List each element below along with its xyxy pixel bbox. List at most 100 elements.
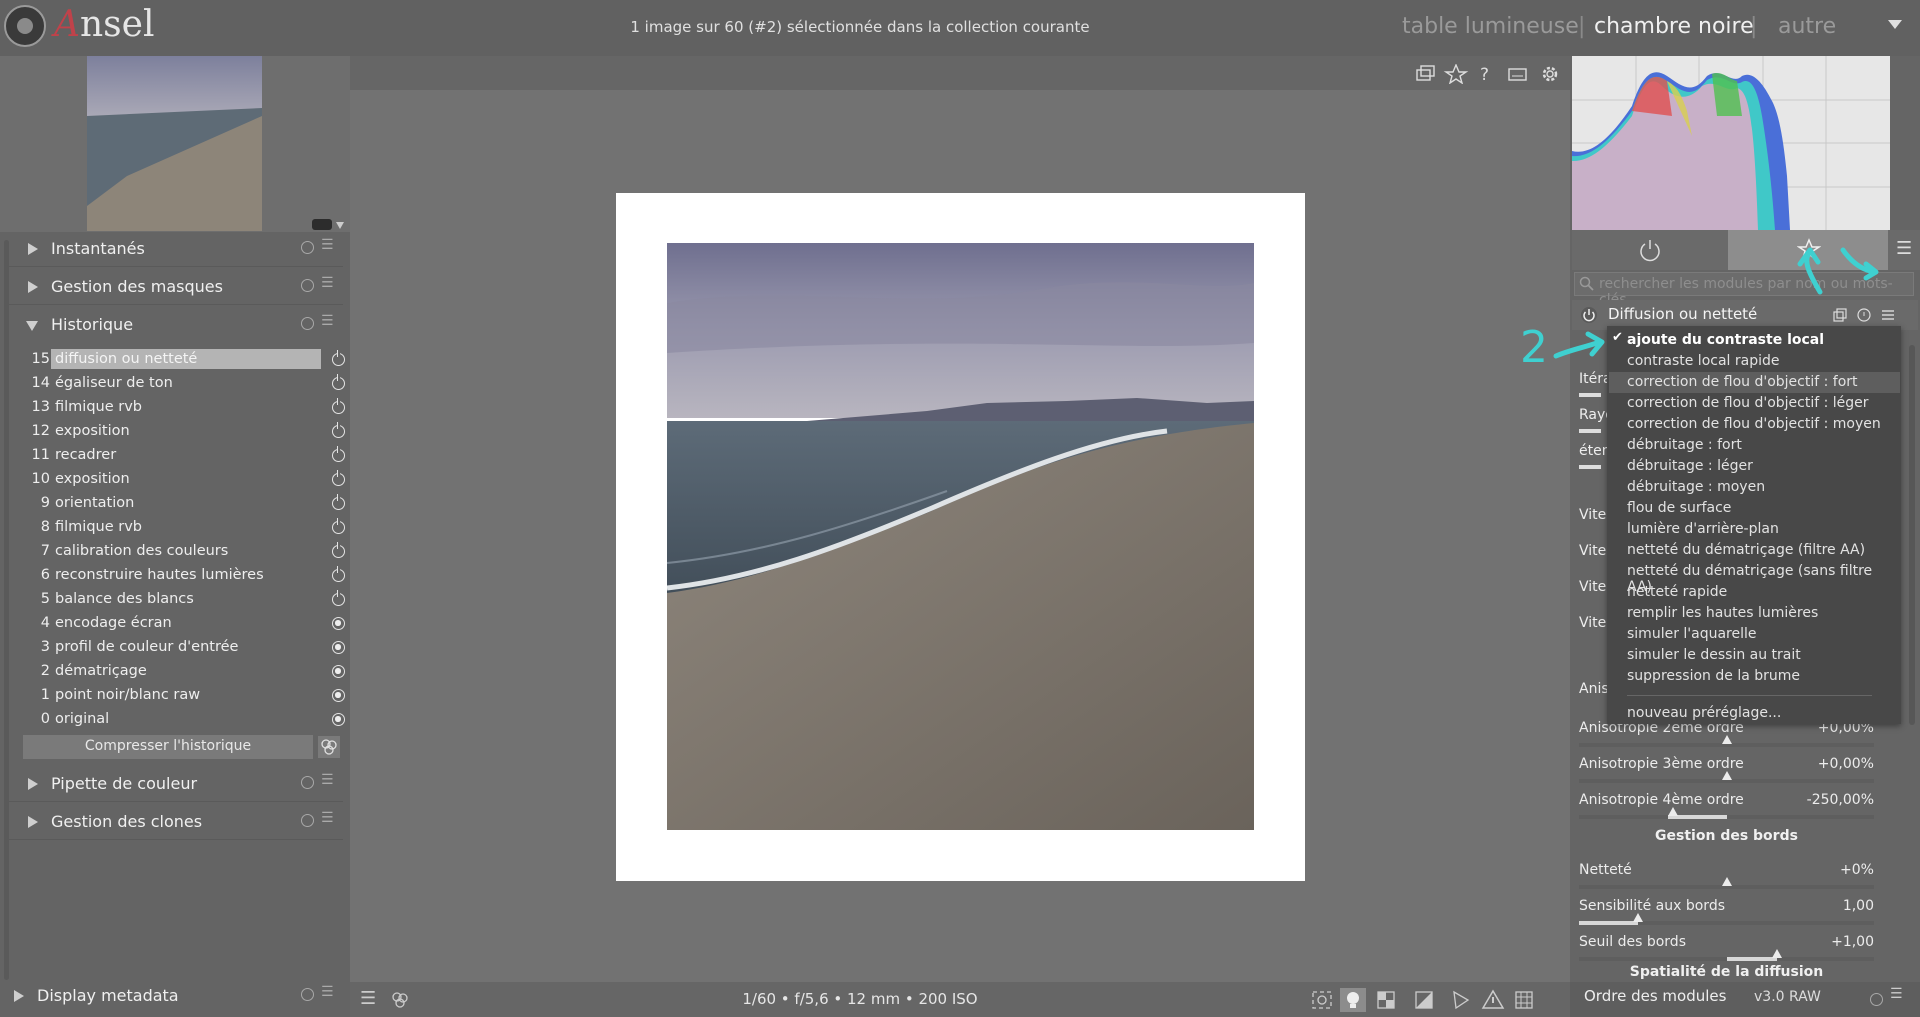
app-logo: Ansel	[54, 4, 155, 45]
history-row[interactable]: 1 point noir/blanc raw	[8, 684, 345, 708]
color-assessment-icon[interactable]	[1377, 991, 1395, 1009]
history-row[interactable]: 2 dématriçage	[8, 660, 345, 684]
history-row[interactable]: 8 filmique rvb	[8, 516, 345, 540]
preset-item[interactable]: lumière d'arrière-plan	[1627, 519, 1897, 540]
module-label: Instantanés	[51, 239, 145, 258]
reset-icon[interactable]	[301, 279, 314, 292]
slider-handle[interactable]	[1722, 877, 1732, 886]
presets-menu-icon[interactable]: ☰	[321, 237, 334, 253]
clipping-icon[interactable]	[1453, 990, 1470, 1010]
history-row[interactable]: 3 profil de couleur d'entrée	[8, 636, 345, 660]
history-row[interactable]: 15 diffusion ou netteté	[8, 348, 345, 372]
slider[interactable]: Seuil des bords +1,00	[1579, 930, 1874, 966]
reset-icon[interactable]	[301, 988, 314, 1001]
preset-item[interactable]: simuler le dessin au trait	[1627, 645, 1897, 666]
preset-item[interactable]: suppression de la brume	[1627, 666, 1897, 687]
preset-item[interactable]: débruitage : léger	[1627, 456, 1897, 477]
history-name: original	[55, 711, 110, 727]
module-display-metadata[interactable]: Display metadata ☰	[0, 978, 335, 1014]
focus-peaking-icon[interactable]	[1312, 991, 1332, 1009]
center-toolbar	[350, 56, 1570, 90]
slider[interactable]: Anisotropie 3ème ordre +0,00%	[1579, 752, 1874, 788]
overlays-icon[interactable]	[1416, 65, 1435, 81]
presets-menu-icon[interactable]: ☰	[321, 313, 334, 329]
module-history[interactable]: Historique ☰	[8, 307, 343, 343]
preset-item[interactable]: débruitage : moyen	[1627, 477, 1897, 498]
history-row[interactable]: 13 filmique rvb	[8, 396, 345, 420]
new-preset-item[interactable]: nouveau préréglage...	[1627, 703, 1897, 724]
module-order-value[interactable]: v3.0 RAW	[1754, 989, 1821, 1005]
gamut-check-icon[interactable]	[1481, 989, 1505, 1009]
history-row[interactable]: 7 calibration des couleurs	[8, 540, 345, 564]
slider-handle[interactable]	[1668, 807, 1678, 816]
module-order-label: Ordre des modules	[1584, 987, 1727, 1005]
history-row[interactable]: 10 exposition	[8, 468, 345, 492]
history-row[interactable]: 0 original	[8, 708, 345, 732]
raw-overexposed-icon[interactable]	[1415, 991, 1433, 1009]
history-row[interactable]: 9 orientation	[8, 492, 345, 516]
history-row[interactable]: 12 exposition	[8, 420, 345, 444]
history-name: balance des blancs	[55, 591, 194, 607]
module-status-icon	[332, 470, 345, 486]
reset-icon[interactable]	[301, 814, 314, 827]
preset-item[interactable]: netteté du dématriçage (sans filtre AA)	[1627, 561, 1897, 595]
module-snapshots[interactable]: Instantanés ☰	[8, 231, 343, 267]
slider-handle[interactable]	[1722, 771, 1732, 780]
presets-menu-icon[interactable]: ☰	[1890, 986, 1903, 1002]
presets-menu-icon[interactable]: ☰	[321, 984, 334, 1000]
slider-handle[interactable]	[1722, 735, 1732, 744]
history-number: 6	[40, 567, 50, 583]
preset-item[interactable]: flou de surface	[1627, 498, 1897, 519]
slider[interactable]: Sensibilité aux bords 1,00	[1579, 894, 1874, 930]
reset-icon[interactable]	[1870, 993, 1883, 1006]
reset-icon[interactable]	[301, 776, 314, 789]
preset-item[interactable]: débruitage : fort	[1627, 435, 1897, 456]
preset-item[interactable]: correction de flou d'objectif : léger	[1627, 393, 1897, 414]
preset-item[interactable]: correction de flou d'objectif : fort	[1609, 372, 1900, 393]
module-color-picker[interactable]: Pipette de couleur ☰	[8, 766, 343, 802]
slider[interactable]: Anisotropie 4ème ordre -250,00%	[1579, 788, 1874, 824]
keyboard-icon[interactable]	[1508, 68, 1527, 81]
history-row[interactable]: 14 égaliseur de ton	[8, 372, 345, 396]
module-clones[interactable]: Gestion des clones ☰	[8, 804, 343, 840]
view-tab-other[interactable]: autre	[1778, 14, 1836, 39]
reset-icon[interactable]	[301, 317, 314, 330]
presets-menu-icon[interactable]: ☰	[321, 810, 334, 826]
module-masks[interactable]: Gestion des masques ☰	[8, 269, 343, 305]
compress-history-button[interactable]: Compresser l'historique	[23, 735, 313, 759]
gear-icon[interactable]	[1542, 66, 1558, 82]
main-photo[interactable]	[667, 243, 1254, 830]
display-mode-icon[interactable]	[312, 218, 344, 232]
history-row[interactable]: 6 reconstruire hautes lumières	[8, 564, 345, 588]
histogram[interactable]	[1572, 56, 1890, 230]
presets-menu-icon[interactable]: ☰	[321, 772, 334, 788]
view-tab-lighttable[interactable]: table lumineuse	[1402, 14, 1579, 39]
partial-slider-bar[interactable]	[1579, 465, 1601, 469]
right-panel-scrollbar[interactable]	[1909, 345, 1915, 725]
quick-access-icon[interactable]: ☰	[360, 988, 376, 1009]
preset-item[interactable]: netteté du dématriçage (filtre AA)	[1627, 540, 1897, 561]
history-row[interactable]: 4 encodage écran	[8, 612, 345, 636]
partial-slider-bar[interactable]	[1579, 393, 1601, 397]
center-toolbar-icons: ?	[1416, 64, 1558, 84]
reset-icon[interactable]	[301, 241, 314, 254]
preset-item[interactable]: netteté rapide	[1627, 582, 1897, 603]
slider-handle[interactable]	[1633, 913, 1643, 922]
view-tab-darkroom[interactable]: chambre noire	[1594, 14, 1754, 39]
history-row[interactable]: 11 recadrer	[8, 444, 345, 468]
slider[interactable]: Netteté +0%	[1579, 858, 1874, 894]
star-icon[interactable]	[1443, 64, 1469, 84]
guides-icon[interactable]	[1515, 991, 1533, 1009]
styles-icon[interactable]	[390, 990, 410, 1010]
styles-icon[interactable]	[318, 736, 340, 758]
preset-item[interactable]: simuler l'aquarelle	[1627, 624, 1897, 645]
partial-slider-bar[interactable]	[1579, 429, 1601, 433]
history-row[interactable]: 5 balance des blancs	[8, 588, 345, 612]
navigation-thumbnail[interactable]	[87, 56, 262, 231]
preset-item[interactable]: correction de flou d'objectif : moyen	[1627, 414, 1897, 435]
slider-handle[interactable]	[1772, 949, 1782, 958]
preset-item[interactable]: remplir les hautes lumières	[1627, 603, 1897, 624]
presets-menu-icon[interactable]: ☰	[321, 275, 334, 291]
help-icon[interactable]: ?	[1480, 65, 1489, 84]
views-dropdown-icon[interactable]	[1888, 20, 1902, 29]
